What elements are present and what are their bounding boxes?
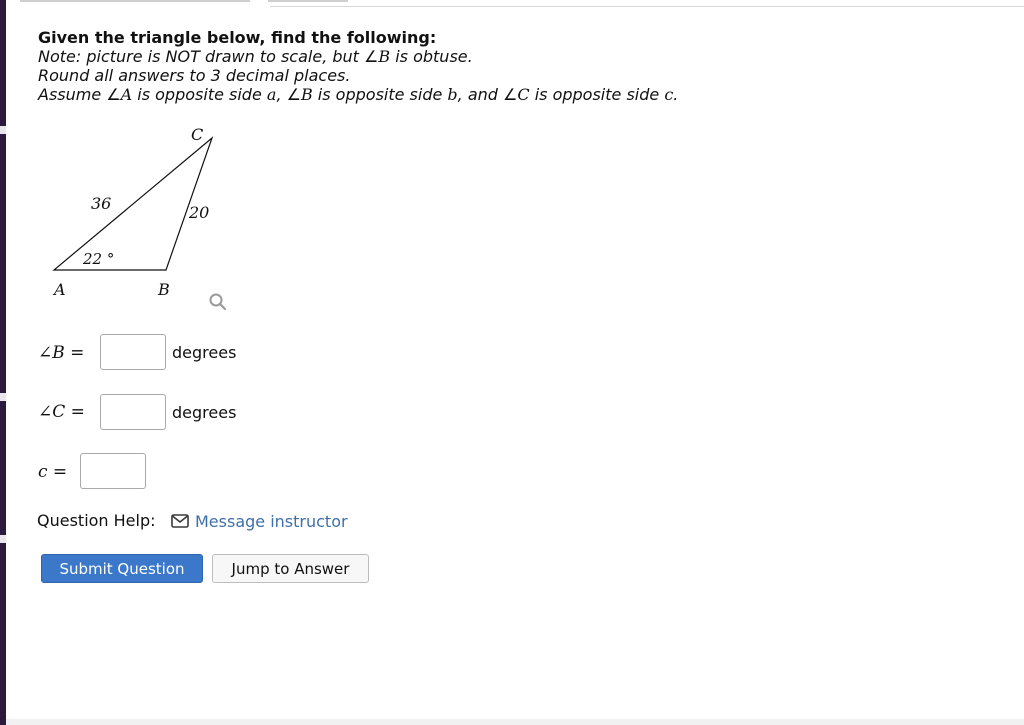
jump-to-answer-button[interactable]: Jump to Answer	[212, 554, 369, 583]
bottom-band	[6, 719, 1024, 725]
angle-B-input[interactable]	[100, 334, 166, 370]
angle-symbol: ∠	[38, 402, 53, 422]
side-c-label: c =	[38, 462, 67, 482]
angle-symbol: ∠	[106, 85, 121, 104]
left-window-strip	[0, 0, 6, 725]
side-c-input[interactable]	[80, 453, 146, 489]
assume-angle-A: A	[120, 85, 133, 104]
assume-part: Assume	[38, 85, 107, 104]
angle-B-var: B	[52, 343, 65, 363]
submit-question-button[interactable]: Submit Question	[41, 554, 203, 583]
strip-mark	[0, 393, 6, 401]
assume-part: ,	[276, 85, 287, 104]
equals-sign: =	[47, 462, 68, 482]
assume-angle-C: C	[517, 85, 530, 104]
assume-angle-B: B	[300, 85, 313, 104]
question-note: Note: picture is NOT drawn to scale, but…	[38, 47, 473, 66]
side-c-var: c	[38, 462, 48, 482]
angle-label-22: 22 °	[83, 250, 115, 268]
side-label-36: 36	[91, 194, 112, 213]
note-angle: B	[378, 47, 391, 66]
assume-part: is opposite side	[529, 85, 665, 104]
magnifier-icon[interactable]	[208, 292, 228, 312]
vertex-label-B: B	[158, 280, 170, 299]
angle-B-unit: degrees	[172, 343, 237, 362]
equals-sign: =	[64, 343, 85, 363]
angle-C-var: C	[52, 402, 66, 422]
assume-part: .	[673, 85, 679, 104]
vertex-label-A: A	[54, 280, 66, 299]
angle-symbol: ∠	[286, 85, 301, 104]
angle-symbol: ∠	[38, 343, 53, 363]
message-instructor-link[interactable]: Message instructor	[171, 511, 348, 531]
assume-part: , and	[457, 85, 504, 104]
angle-C-label: ∠C =	[38, 402, 85, 422]
assume-side-a: a	[266, 85, 277, 104]
strip-mark	[0, 126, 6, 134]
triangle-figure[interactable]: A B C 36 20 22 °	[44, 124, 234, 314]
vertex-label-C: C	[191, 125, 204, 144]
assume-side-c: c	[664, 85, 674, 104]
angle-B-label: ∠B =	[38, 343, 84, 363]
assume-part: is opposite side	[132, 85, 267, 104]
angle-symbol: ∠	[503, 85, 518, 104]
note-suffix: is obtuse.	[390, 47, 473, 66]
question-assume: Assume ∠A is opposite side a, ∠B is oppo…	[38, 85, 678, 104]
question-title: Given the triangle below, find the follo…	[38, 28, 437, 47]
strip-mark	[0, 535, 6, 543]
angle-symbol: ∠	[364, 47, 379, 66]
top-tab	[268, 0, 348, 2]
angle-C-input[interactable]	[100, 394, 166, 430]
envelope-icon	[171, 514, 189, 528]
assume-part: is opposite side	[312, 85, 448, 104]
top-divider	[270, 6, 1024, 7]
question-help-label: Question Help:	[37, 511, 156, 530]
assume-side-b: b	[447, 85, 458, 104]
question-round: Round all answers to 3 decimal places.	[38, 66, 351, 85]
note-prefix: Note: picture is NOT drawn to scale, but	[38, 47, 365, 66]
angle-C-unit: degrees	[172, 403, 237, 422]
side-label-20: 20	[189, 203, 210, 222]
message-instructor-text: Message instructor	[195, 511, 348, 531]
top-tab	[20, 0, 250, 2]
equals-sign: =	[65, 402, 85, 422]
